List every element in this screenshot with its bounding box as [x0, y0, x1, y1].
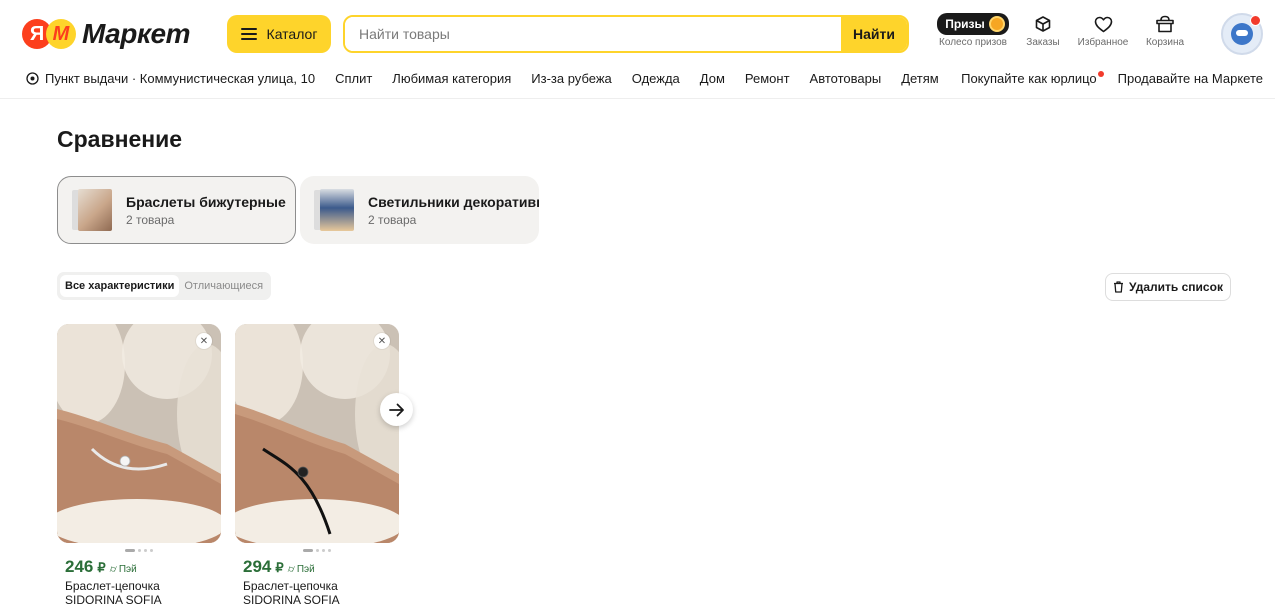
nav-link-auto[interactable]: Автотовары — [810, 71, 882, 86]
header-actions: Призы Колесо призов Заказы Избранное Кор… — [930, 11, 1194, 61]
category-name: Светильники декоративные — [368, 193, 539, 210]
product-name[interactable]: Браслет-цепочка SIDORINA SOFIA — [243, 579, 399, 607]
filter-differing[interactable]: Отличающиеся — [179, 275, 268, 297]
pickup-point-link[interactable]: Пункт выдачи · Коммунистическая улица, 1… — [26, 71, 315, 86]
category-name: Браслеты бижутерные — [126, 193, 286, 210]
nav-link-home[interactable]: Дом — [700, 71, 725, 86]
page-title: Сравнение — [57, 126, 183, 152]
product-name-line1: Браслет-цепочка — [243, 579, 338, 593]
logo-word: Маркет — [82, 18, 191, 49]
favorites-label: Избранное — [1077, 37, 1129, 48]
top-nav: Пункт выдачи · Коммунистическая улица, 1… — [26, 67, 959, 89]
cart-label: Корзина — [1145, 37, 1185, 48]
remove-product-icon[interactable]: ✕ — [374, 333, 390, 349]
coin-icon — [988, 16, 1005, 32]
location-pin-icon — [26, 71, 39, 85]
prizes-badge: Призы — [937, 13, 1009, 35]
category-thumbnail — [72, 189, 112, 231]
scroll-right-button[interactable] — [380, 393, 413, 426]
nav-link-favorite-category[interactable]: Любимая категория — [392, 71, 511, 86]
category-tab-lamps[interactable]: Светильники декоративные 2 товара — [300, 176, 539, 244]
favorites-button[interactable]: Избранное — [1070, 11, 1136, 61]
product-name-line2: SIDORINA SOFIA — [65, 593, 162, 607]
category-tab-bracelets[interactable]: Браслеты бижутерные 2 товара — [57, 176, 296, 244]
search-bar: Найти — [343, 15, 909, 53]
card-icon: ⌭ — [287, 564, 295, 575]
market-logo[interactable]: Я М Маркет — [22, 17, 191, 51]
delete-list-label: Удалить список — [1129, 280, 1223, 294]
category-thumbnail — [314, 189, 354, 231]
nav-link-kids[interactable]: Детям — [901, 71, 939, 86]
photo-pager — [57, 543, 221, 557]
nav-link-abroad[interactable]: Из-за рубежа — [531, 71, 611, 86]
product-price: 294 — [243, 557, 272, 576]
product-name-line2: SIDORINA SOFIA — [243, 593, 340, 607]
pickup-point-text: Пункт выдачи · Коммунистическая улица, 1… — [45, 70, 316, 86]
arrow-right-icon — [388, 403, 404, 416]
trash-icon — [1114, 281, 1124, 293]
notification-dot — [1097, 70, 1104, 77]
prize-wheel-label: Колесо призов — [939, 37, 1007, 48]
product-photo[interactable]: ✕ — [235, 324, 399, 543]
pay-badge: ⌭ Пэй — [288, 564, 315, 575]
currency: ₽ — [97, 560, 106, 575]
logo-m: М — [46, 19, 76, 49]
product-price: 246 — [65, 557, 94, 576]
site-header: Я М Маркет Каталог Найти Призы Колесо пр… — [0, 0, 1275, 99]
avatar-face-icon — [1231, 23, 1253, 45]
pay-label: Пэй — [118, 564, 137, 575]
filter-all-characteristics[interactable]: Все характеристики — [60, 275, 180, 297]
product-card[interactable]: ✕ 246 ₽ ⌭ Пэй Браслет-цепочка SIDORINA SO… — [57, 324, 221, 607]
sell-on-market-link[interactable]: Продавайте на Маркете — [1118, 71, 1263, 86]
characteristics-toggle: Все характеристики Отличающиеся — [57, 272, 272, 300]
orders-label: Заказы — [1026, 37, 1060, 48]
product-photo[interactable]: ✕ — [57, 324, 221, 543]
product-card[interactable]: ✕ 294 ₽ ⌭ Пэй Браслет-цепочка SIDORINA SO… — [235, 324, 399, 607]
remove-product-icon[interactable]: ✕ — [196, 333, 212, 349]
nav-link-clothes[interactable]: Одежда — [632, 71, 680, 86]
product-name[interactable]: Браслет-цепочка SIDORINA SOFIA — [65, 579, 221, 607]
price-line: 246 ₽ ⌭ Пэй — [65, 557, 221, 577]
nav-link-repair[interactable]: Ремонт — [745, 71, 790, 86]
avatar[interactable] — [1221, 13, 1263, 55]
search-button[interactable]: Найти — [841, 17, 907, 51]
box-icon — [1034, 11, 1052, 37]
card-icon: ⌭ — [109, 564, 117, 575]
category-count: 2 товара — [126, 212, 175, 227]
catalog-button[interactable]: Каталог — [227, 15, 331, 53]
delete-list-button[interactable]: Удалить список — [1105, 273, 1231, 301]
photo-pager — [235, 543, 399, 557]
price-line: 294 ₽ ⌭ Пэй — [243, 557, 399, 577]
pay-badge: ⌭ Пэй — [110, 564, 137, 575]
prizes-badge-text: Призы — [945, 17, 985, 31]
product-name-line1: Браслет-цепочка — [65, 579, 160, 593]
basket-icon — [1155, 11, 1175, 37]
cart-button[interactable]: Корзина — [1136, 11, 1194, 61]
heart-icon — [1094, 11, 1113, 37]
nav-link-split[interactable]: Сплит — [335, 71, 372, 86]
business-buy-text: Покупайте как юрлицо — [961, 70, 1097, 86]
category-count: 2 товара — [368, 212, 417, 227]
prize-wheel-button[interactable]: Призы Колесо призов — [930, 11, 1016, 61]
business-buy-link[interactable]: Покупайте как юрлицо — [961, 70, 1104, 86]
top-nav-right: Покупайте как юрлицо Продавайте на Марке… — [961, 67, 1263, 89]
menu-icon — [240, 28, 257, 40]
currency: ₽ — [275, 560, 284, 575]
notification-dot — [1250, 15, 1261, 26]
catalog-label: Каталог — [266, 26, 318, 42]
orders-button[interactable]: Заказы — [1016, 11, 1070, 61]
search-input[interactable] — [345, 17, 841, 51]
pay-label: Пэй — [296, 564, 315, 575]
